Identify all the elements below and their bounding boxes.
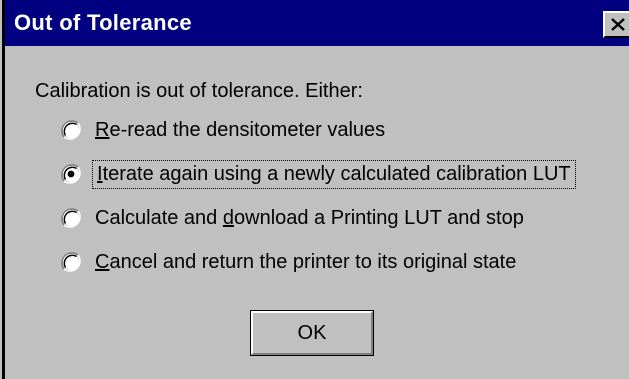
out-of-tolerance-dialog: Out of Tolerance Calibration is out of t… (0, 0, 629, 379)
ok-button-label: OK (251, 311, 373, 355)
message-text: Calibration is out of tolerance. Either: (35, 80, 363, 102)
option-reread[interactable]: Re-read the densitometer values (60, 113, 385, 147)
radio-button[interactable] (60, 207, 82, 229)
ok-button[interactable]: OK (250, 310, 374, 356)
option-label-download: Calculate and download a Printing LUT an… (95, 206, 524, 229)
close-button[interactable] (603, 11, 629, 38)
radio-dot-icon (67, 170, 75, 178)
dialog-title: Out of Tolerance (14, 10, 192, 35)
option-label-iterate: Iterate again using a newly calculated c… (92, 159, 576, 189)
title-bar[interactable]: Out of Tolerance (5, 0, 629, 46)
option-download-printing-lut[interactable]: Calculate and download a Printing LUT an… (60, 201, 524, 235)
radio-button[interactable] (60, 119, 82, 141)
radio-button[interactable] (60, 251, 82, 273)
option-cancel-restore[interactable]: Cancel and return the printer to its ori… (60, 245, 516, 279)
close-icon (611, 18, 625, 31)
option-iterate[interactable]: Iterate again using a newly calculated c… (60, 157, 576, 191)
radio-button-selected[interactable] (60, 163, 82, 185)
option-label-cancel: Cancel and return the printer to its ori… (95, 250, 517, 273)
option-label-reread: Re-read the densitometer values (95, 118, 386, 141)
